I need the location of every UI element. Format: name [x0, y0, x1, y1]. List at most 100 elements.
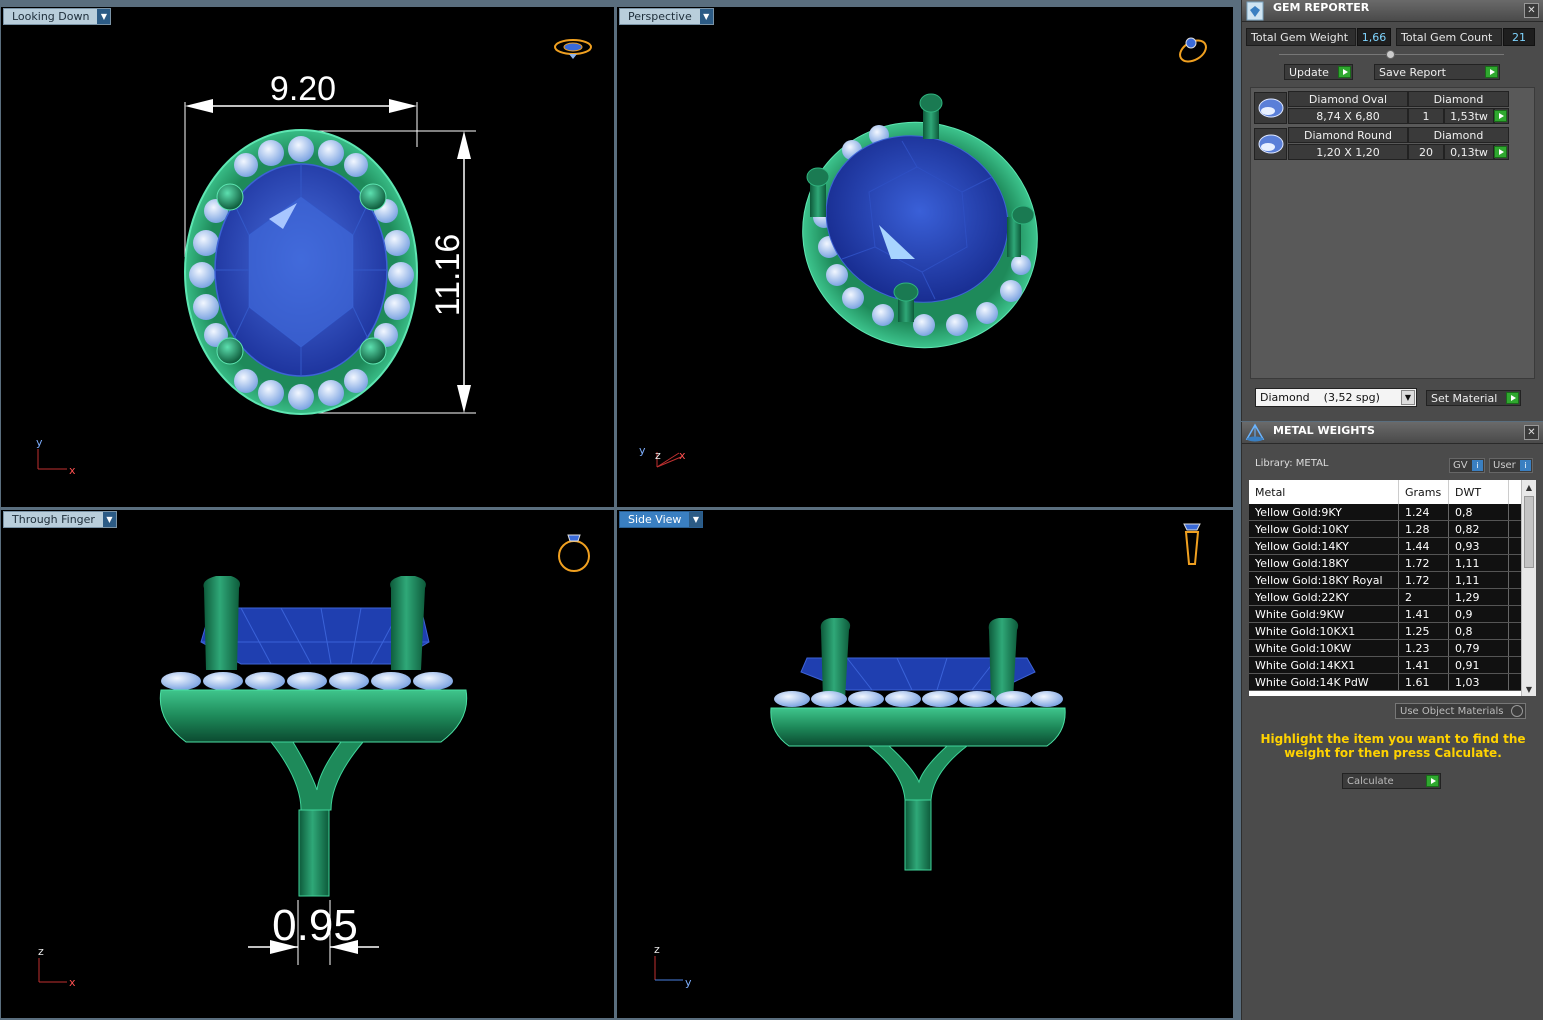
- user-toggle-label: User: [1493, 460, 1516, 471]
- halo-melee-stones: [774, 691, 1063, 707]
- table-row[interactable]: White Gold:14KX1 1.41 0,91: [1249, 657, 1521, 674]
- viewport-label-through-finger[interactable]: Through Finger ▼: [3, 511, 117, 528]
- save-report-button[interactable]: Save Report: [1374, 64, 1500, 80]
- gem-row[interactable]: Diamond Round Diamond 1,20 X 1,20 20 0,1…: [1252, 127, 1509, 161]
- table-scrollbar[interactable]: ▲ ▼: [1521, 480, 1536, 696]
- column-header-grams[interactable]: Grams: [1399, 480, 1449, 504]
- table-row[interactable]: White Gold:9KW 1.41 0,9: [1249, 606, 1521, 623]
- svg-text:y: y: [685, 976, 692, 989]
- chevron-down-icon[interactable]: ▼: [699, 9, 713, 24]
- dim-shank-label: 0.95: [272, 901, 358, 950]
- table-row[interactable]: Yellow Gold:14KY 1.44 0,93: [1249, 538, 1521, 555]
- metal-weights-table[interactable]: Metal Grams DWT Yellow Gold:9KY 1.24 0,8 Ye…: [1249, 480, 1536, 696]
- svg-text:z: z: [38, 945, 44, 958]
- metal-dwt: 0,91: [1449, 657, 1509, 673]
- scroll-up-icon[interactable]: ▲: [1522, 480, 1536, 494]
- use-object-materials-toggle[interactable]: Use Object Materials: [1395, 703, 1526, 719]
- gem-weight: 0,13tw: [1444, 144, 1494, 160]
- gem-select-button[interactable]: [1494, 144, 1509, 160]
- column-header-metal[interactable]: Metal: [1249, 480, 1399, 504]
- viewport-label-looking-down[interactable]: Looking Down ▼: [3, 8, 112, 25]
- material-select[interactable]: Diamond (3,52 spg) ▼: [1255, 388, 1417, 407]
- chevron-down-icon[interactable]: ▼: [1401, 390, 1415, 405]
- set-material-button[interactable]: Set Material: [1426, 390, 1521, 406]
- close-icon[interactable]: ✕: [1524, 425, 1539, 440]
- prong: [216, 337, 244, 365]
- ring-orientation-icon[interactable]: [1176, 36, 1209, 66]
- close-icon[interactable]: ✕: [1524, 3, 1539, 18]
- gem-shape: Diamond Oval: [1288, 91, 1408, 107]
- metal-name: Yellow Gold:18KY Royal: [1249, 572, 1399, 588]
- metal-dwt: 0,8: [1449, 623, 1509, 639]
- info-icon: i: [1520, 460, 1531, 471]
- viewport-label-text: Perspective: [628, 10, 692, 23]
- table-row[interactable]: Yellow Gold:9KY 1.24 0,8: [1249, 504, 1521, 521]
- prong-left: [203, 576, 240, 670]
- metal-dwt: 1,11: [1449, 572, 1509, 588]
- cathedral-shoulders: [269, 741, 365, 811]
- table-row[interactable]: Yellow Gold:18KY 1.72 1,11: [1249, 555, 1521, 572]
- svg-text:x: x: [679, 449, 686, 462]
- table-row[interactable]: White Gold:10KW 1.23 0,79: [1249, 640, 1521, 657]
- viewport-label-side-view[interactable]: Side View ▼: [619, 511, 704, 528]
- metal-weights-titlebar[interactable]: METAL WEIGHTS ✕: [1242, 422, 1543, 444]
- dim-arrow: [389, 99, 417, 113]
- update-button-label: Update: [1289, 65, 1329, 79]
- table-row[interactable]: Yellow Gold:22KY 2 1,29: [1249, 589, 1521, 606]
- scroll-down-icon[interactable]: ▼: [1522, 682, 1536, 696]
- metal-name: White Gold:10KX1: [1249, 623, 1399, 639]
- play-arrow-icon: [1426, 775, 1439, 787]
- cathedral-shoulders: [867, 745, 969, 801]
- user-toggle[interactable]: User i: [1489, 458, 1533, 473]
- table-row[interactable]: Yellow Gold:18KY Royal 1.72 1,11: [1249, 572, 1521, 589]
- ring-perspective-view: y z x: [639, 36, 1209, 468]
- panel-title: METAL WEIGHTS: [1273, 424, 1375, 437]
- svg-text:z: z: [654, 943, 660, 956]
- gv-toggle[interactable]: GV i: [1449, 458, 1485, 473]
- gem-list[interactable]: Diamond Oval Diamond 8,74 X 6,80 1 1,53t…: [1250, 87, 1535, 379]
- save-report-button-label: Save Report: [1379, 65, 1446, 79]
- radio-icon[interactable]: [1511, 705, 1523, 717]
- ring-orientation-icon[interactable]: [554, 39, 592, 59]
- viewport-through-finger[interactable]: 0.95 z x Through Finger ▼: [1, 510, 614, 1018]
- ring-orientation-icon[interactable]: [1183, 523, 1201, 565]
- prong-right: [988, 618, 1019, 700]
- metal-dwt: 0,8: [1449, 504, 1509, 520]
- play-arrow-icon: [1485, 66, 1498, 78]
- table-row[interactable]: Yellow Gold:10KY 1.28 0,82: [1249, 521, 1521, 538]
- table-row[interactable]: White Gold:10KX1 1.25 0,8: [1249, 623, 1521, 640]
- viewport-looking-down[interactable]: 9.20 11.16 y x Looking Down ▼: [1, 7, 614, 507]
- gem-shape: Diamond Round: [1288, 127, 1408, 143]
- dim-arrow: [457, 385, 471, 413]
- chevron-down-icon[interactable]: ▼: [97, 9, 111, 24]
- axis-gizmo: z x: [38, 945, 76, 989]
- gem-reporter-titlebar[interactable]: GEM REPORTER ✕: [1242, 0, 1543, 22]
- metal-grams: 1.41: [1399, 657, 1449, 673]
- calculate-button[interactable]: Calculate: [1342, 773, 1441, 789]
- slider-handle[interactable]: [1386, 50, 1395, 59]
- table-row[interactable]: White Gold:14K PdW 1.61 1,03: [1249, 674, 1521, 691]
- viewport-label-perspective[interactable]: Perspective ▼: [619, 8, 714, 25]
- viewport-side-view[interactable]: z y Side View ▼: [617, 510, 1233, 1018]
- oval-gem-icon: [1254, 92, 1287, 124]
- update-button[interactable]: Update: [1284, 64, 1353, 80]
- gem-row[interactable]: Diamond Oval Diamond 8,74 X 6,80 1 1,53t…: [1252, 91, 1509, 125]
- column-header-dwt[interactable]: DWT: [1449, 480, 1509, 504]
- gem-size: 8,74 X 6,80: [1288, 108, 1408, 124]
- gem-select-button[interactable]: [1494, 108, 1509, 124]
- ring-orientation-icon[interactable]: [558, 534, 590, 572]
- metal-dwt: 1,29: [1449, 589, 1509, 605]
- metal-weights-icon: [1245, 423, 1265, 442]
- scroll-thumb[interactable]: [1524, 496, 1534, 568]
- svg-text:y: y: [639, 444, 646, 457]
- metal-name: Yellow Gold:18KY: [1249, 555, 1399, 571]
- chevron-down-icon[interactable]: ▼: [102, 512, 116, 527]
- metal-dwt: 0,79: [1449, 640, 1509, 656]
- chevron-down-icon[interactable]: ▼: [689, 512, 703, 527]
- metal-dwt: 0,93: [1449, 538, 1509, 554]
- calculate-button-label: Calculate: [1347, 775, 1394, 787]
- metal-weights-panel: METAL WEIGHTS ✕ Library: METAL GV i User…: [1241, 422, 1543, 1020]
- dim-width-label: 9.20: [270, 70, 336, 108]
- viewport-perspective[interactable]: y z x Perspective ▼: [617, 7, 1233, 507]
- gem-material: Diamond: [1408, 91, 1509, 107]
